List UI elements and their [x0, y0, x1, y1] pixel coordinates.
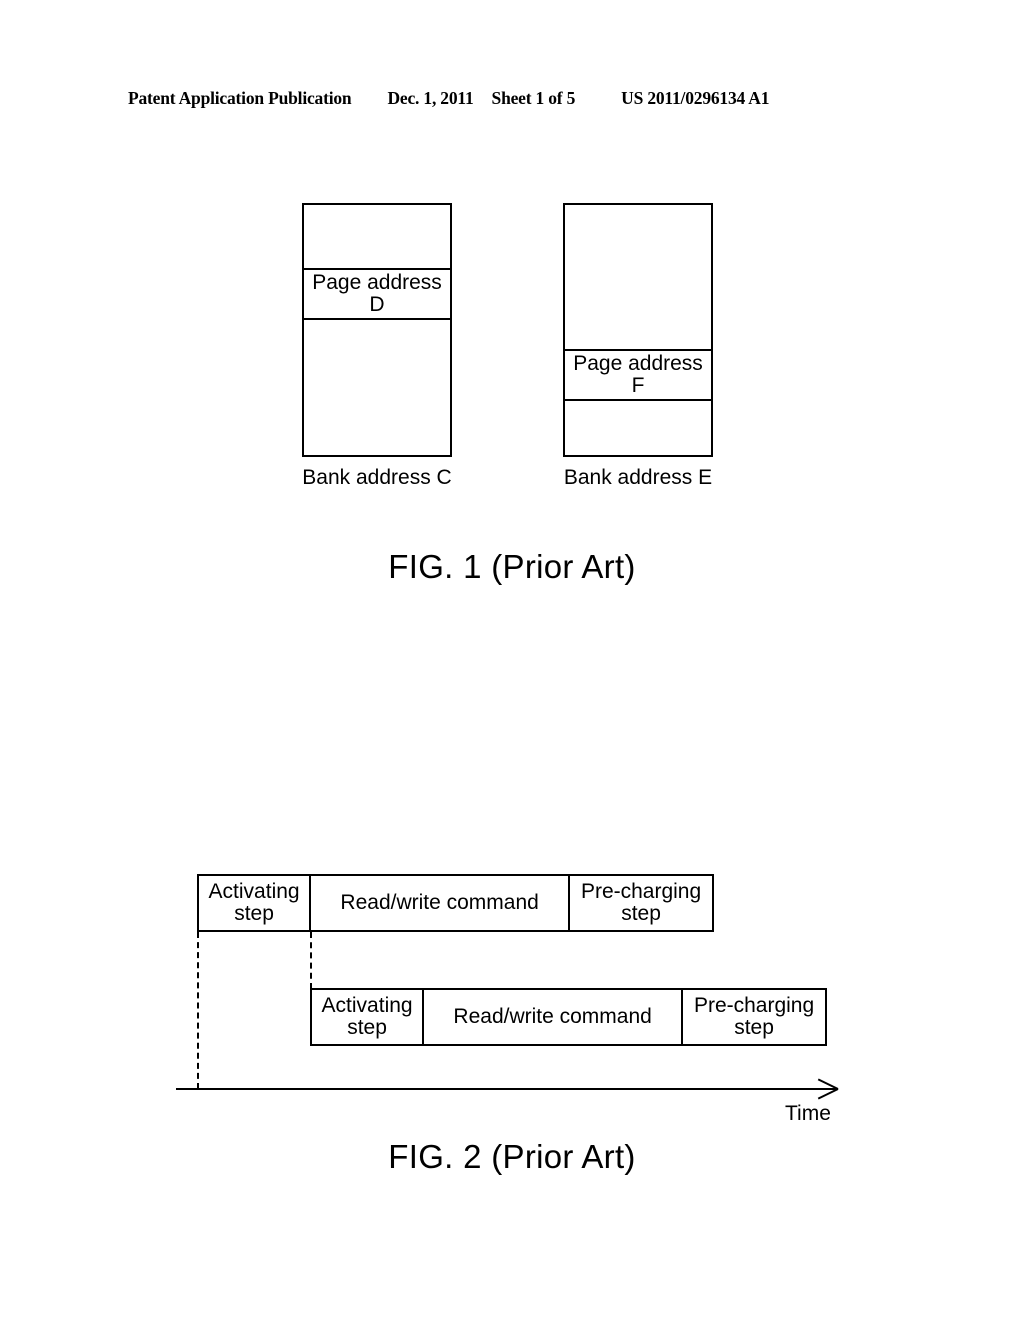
timing-cell-read-write-command-1: Read/write command [311, 876, 571, 930]
bank-box-e: Page address F [563, 203, 713, 457]
page-address-band-d-label: Page address [312, 270, 442, 294]
page-address-band-d: Page address D [302, 268, 452, 320]
timing-cell-pre-charging-step-1-line2: step [621, 902, 661, 925]
header-date-text: Dec. 1, 2011 [387, 88, 474, 108]
header-patent-number: US 2011/0296134 A1 [621, 88, 770, 108]
bank-caption-e: Bank address E [563, 466, 713, 489]
page-address-band-d-value: D [369, 293, 385, 316]
dashed-guide-activating-end [310, 932, 312, 989]
timing-cell-read-write-command-2-line1: Read/write command [453, 1005, 652, 1029]
time-axis-line [176, 1088, 838, 1090]
timing-cell-pre-charging-step-2-line1: Pre-charging [693, 994, 815, 1018]
timing-cell-activating-step-2-line1: Activating [321, 994, 413, 1018]
timing-cell-pre-charging-step-2-line2: step [734, 1016, 774, 1039]
header-sheet-text: Sheet 1 of 5 [491, 88, 576, 108]
timing-cell-activating-step-1-line1: Activating [208, 880, 300, 904]
bank-box-c: Page address D [302, 203, 452, 457]
timing-cell-activating-step-1: Activating step [199, 876, 312, 930]
timing-row-first: Activating step Read/write command Pre-c… [197, 874, 714, 932]
timing-cell-activating-step-1-line2: step [234, 902, 274, 925]
bank-caption-c: Bank address C [302, 466, 452, 489]
header-publication-text: Patent Application Publication [128, 88, 352, 108]
timing-cell-read-write-command-2: Read/write command [424, 990, 684, 1044]
timing-cell-pre-charging-step-2: Pre-charging step [683, 990, 825, 1044]
dashed-guide-start [197, 932, 199, 1089]
page-address-band-f: Page address F [563, 349, 713, 401]
timing-cell-pre-charging-step-1: Pre-charging step [570, 876, 712, 930]
patent-header: Patent Application Publication Dec. 1, 2… [128, 88, 896, 114]
figure-2-caption: FIG. 2 (Prior Art) [388, 1138, 636, 1175]
timing-cell-pre-charging-step-1-line1: Pre-charging [580, 880, 702, 904]
page-address-band-f-value: F [631, 374, 645, 397]
time-axis-label: Time [785, 1102, 831, 1125]
timing-cell-activating-step-2-line2: step [347, 1016, 387, 1039]
figure-1-caption: FIG. 1 (Prior Art) [388, 548, 636, 585]
timing-cell-activating-step-2: Activating step [312, 990, 425, 1044]
timing-row-second: Activating step Read/write command Pre-c… [310, 988, 827, 1046]
timing-cell-read-write-command-1-line1: Read/write command [340, 891, 539, 915]
page-address-band-f-label: Page address [573, 351, 703, 375]
